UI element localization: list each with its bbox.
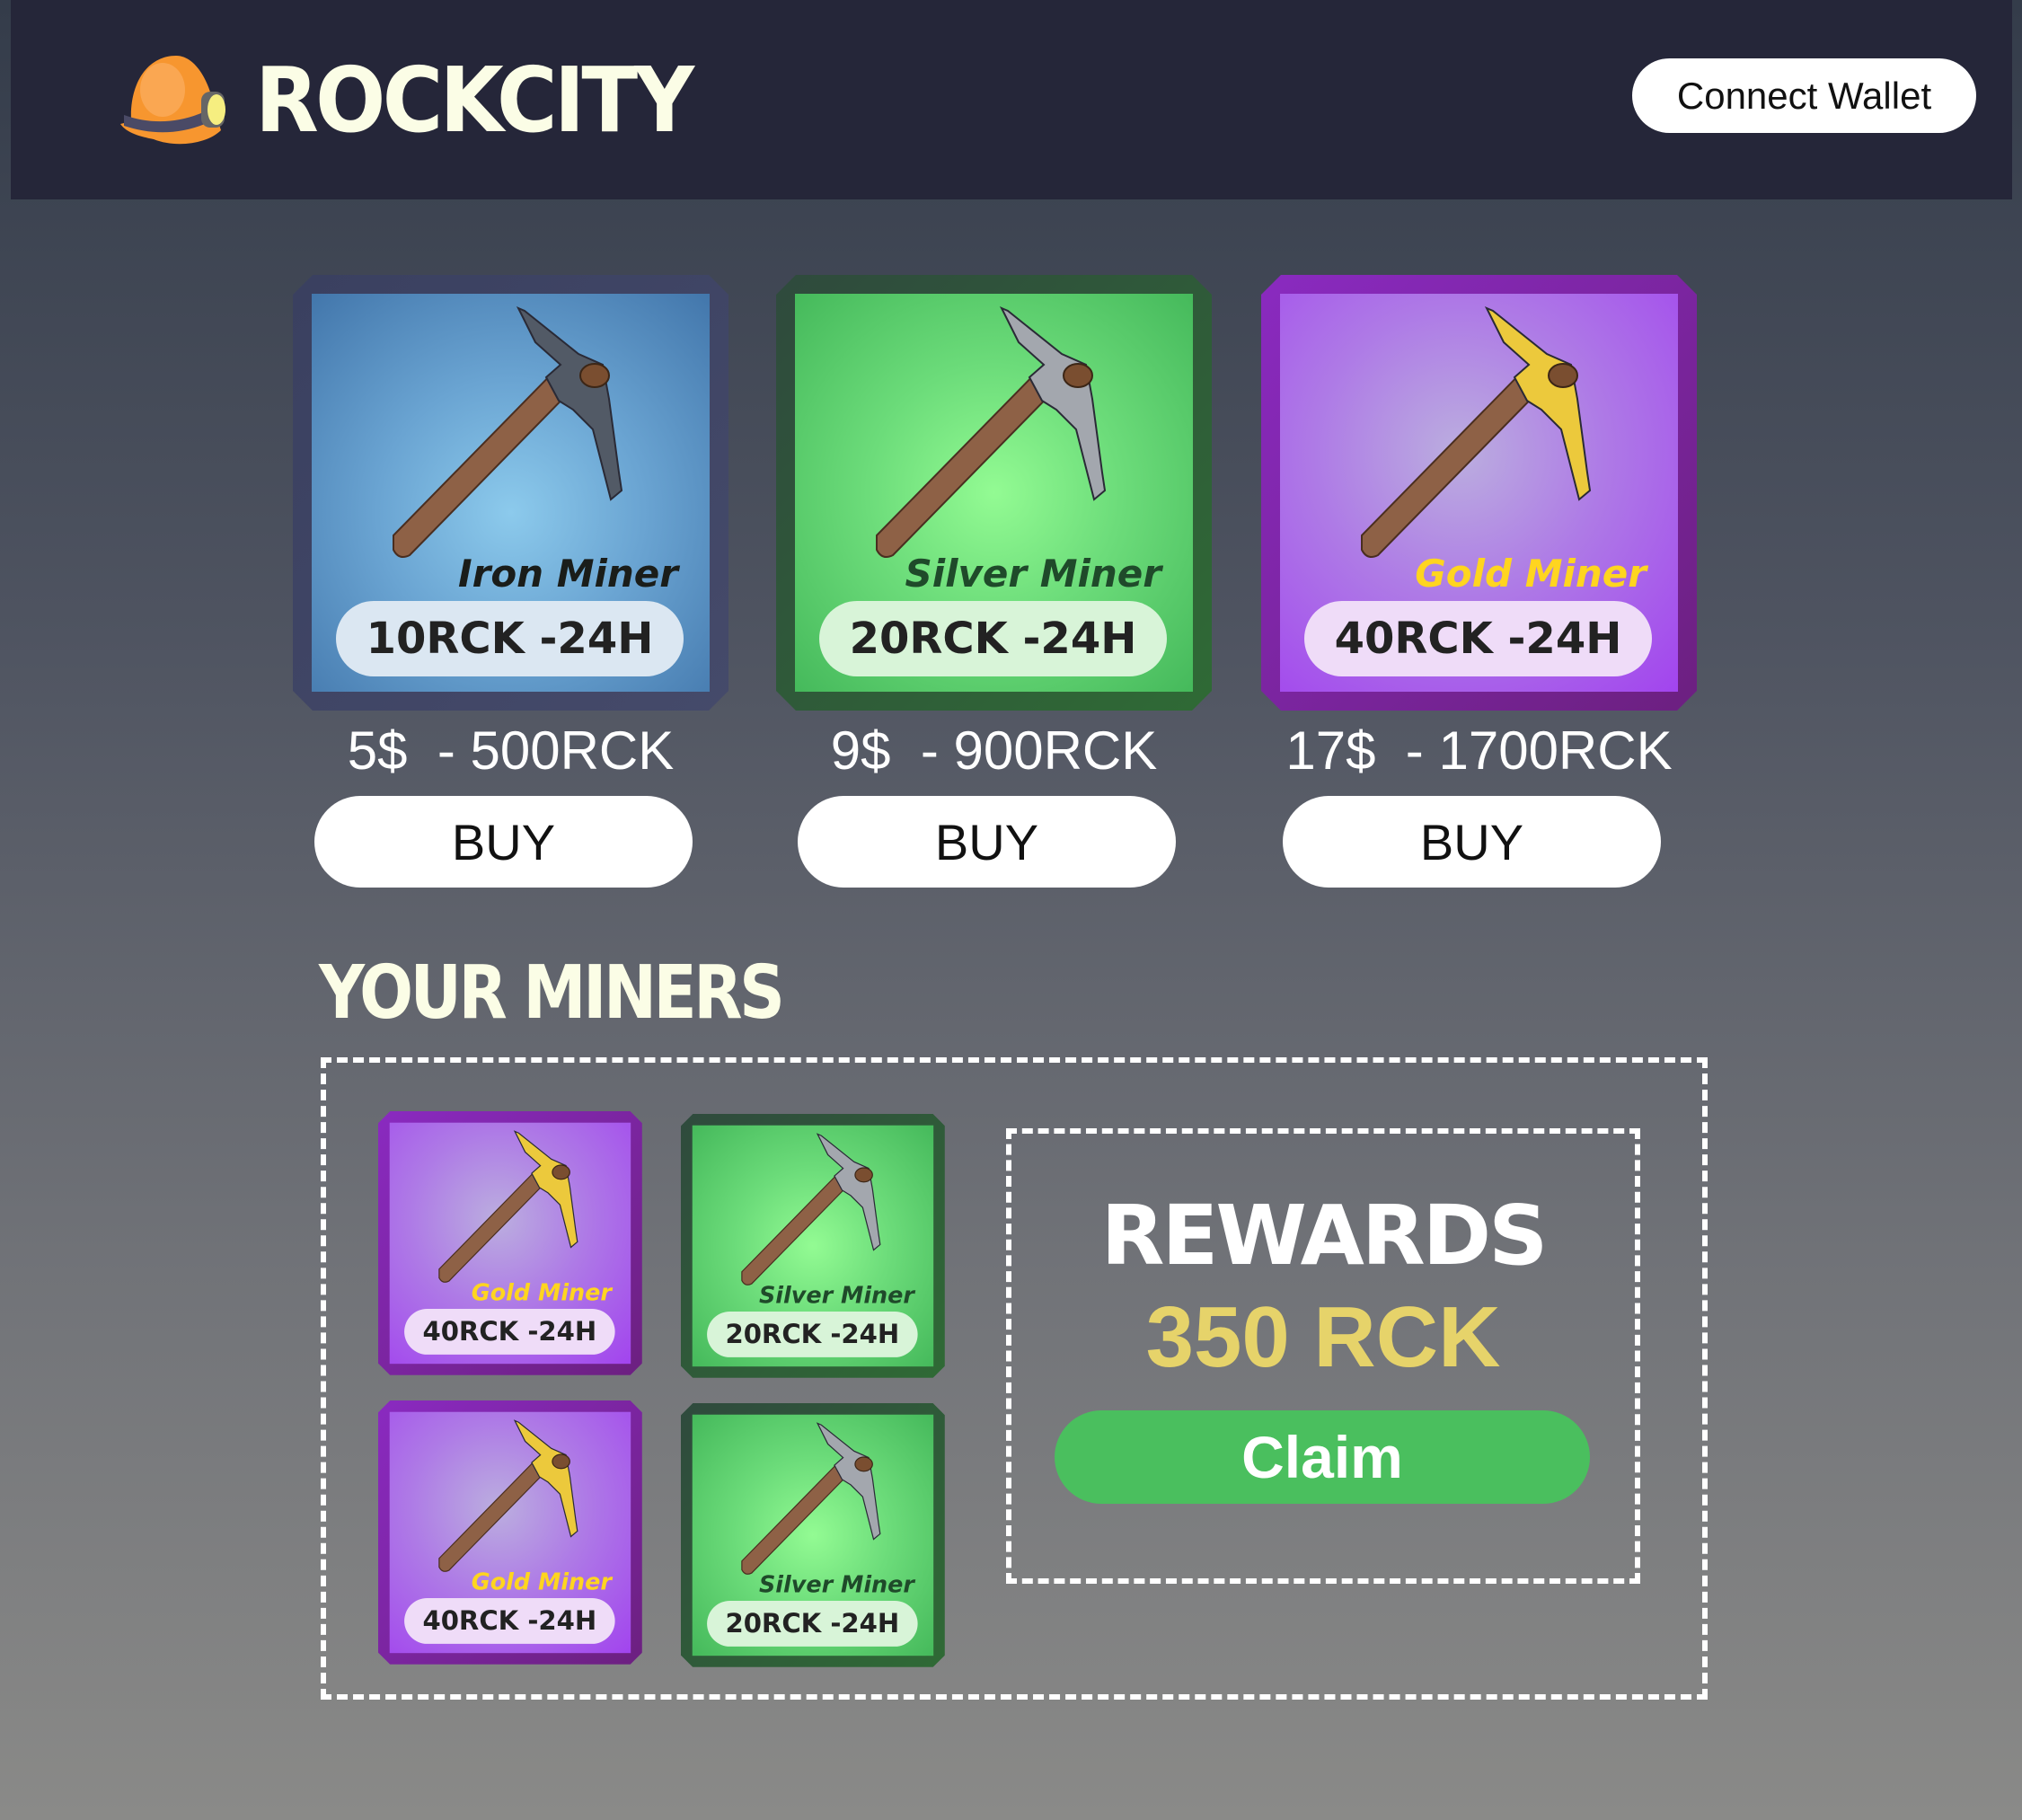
- miner-helmet-logo-icon: [120, 56, 225, 145]
- miner-name: Silver Miner: [905, 552, 1161, 596]
- mining-rate-badge: 40RCK -24H: [404, 1308, 615, 1355]
- gold-miner-card: Gold Miner 40RCK -24H: [378, 1111, 642, 1375]
- miner-name: Gold Miner: [471, 1568, 612, 1595]
- silver-miner-card: Silver Miner 20RCK -24H: [681, 1114, 945, 1378]
- miner-name: Gold Miner: [1415, 552, 1647, 596]
- price-label: 17$ - 1700RCK: [1285, 720, 1673, 781]
- shop-item-gold: Gold Miner 40RCK -24H 17$ - 1700RCK BUY: [1261, 275, 1697, 888]
- miner-name: Silver Miner: [758, 1570, 914, 1598]
- gold-miner-card: Gold Miner 40RCK -24H: [1261, 275, 1697, 711]
- owned-miner: Gold Miner 40RCK -24H: [378, 1111, 642, 1375]
- claim-button[interactable]: Claim: [1055, 1410, 1590, 1504]
- shop-item-silver: Silver Miner 20RCK -24H 9$ - 900RCK BUY: [776, 275, 1212, 888]
- owned-miner: Silver Miner 20RCK -24H: [681, 1403, 945, 1667]
- mining-rate-badge: 10RCK -24H: [336, 601, 684, 676]
- mining-rate-badge: 20RCK -24H: [819, 601, 1167, 676]
- top-bar: ROCKCITY Connect Wallet: [11, 0, 2012, 199]
- mining-rate-badge: 40RCK -24H: [1304, 601, 1652, 676]
- owned-miner: Gold Miner 40RCK -24H: [378, 1400, 642, 1665]
- mining-rate-badge: 20RCK -24H: [707, 1311, 918, 1357]
- shop-item-iron: Iron Miner 10RCK -24H 5$ - 500RCK BUY: [293, 275, 728, 888]
- gold-miner-card: Gold Miner 40RCK -24H: [378, 1400, 642, 1665]
- rewards-panel: REWARDS 350 RCK Claim: [1006, 1128, 1640, 1584]
- mining-rate-badge: 20RCK -24H: [707, 1600, 918, 1647]
- buy-silver-button[interactable]: BUY: [798, 796, 1176, 888]
- rewards-amount: 350 RCK: [1145, 1289, 1501, 1385]
- your-miners-title: YOUR MINERS: [319, 950, 785, 1036]
- silver-miner-card: Silver Miner 20RCK -24H: [681, 1403, 945, 1667]
- buy-iron-button[interactable]: BUY: [314, 796, 693, 888]
- silver-miner-card: Silver Miner 20RCK -24H: [776, 275, 1212, 711]
- price-label: 5$ - 500RCK: [347, 720, 675, 781]
- connect-wallet-button[interactable]: Connect Wallet: [1632, 58, 1976, 133]
- buy-gold-button[interactable]: BUY: [1283, 796, 1661, 888]
- brand-name: ROCKCITY: [255, 48, 694, 153]
- rewards-title: REWARDS: [1100, 1188, 1549, 1284]
- mining-rate-badge: 40RCK -24H: [404, 1597, 615, 1644]
- miner-name: Silver Miner: [758, 1281, 914, 1309]
- owned-miner: Silver Miner 20RCK -24H: [681, 1114, 945, 1378]
- iron-miner-card: Iron Miner 10RCK -24H: [293, 275, 728, 711]
- miner-name: Gold Miner: [471, 1278, 612, 1306]
- miner-name: Iron Miner: [457, 552, 678, 596]
- price-label: 9$ - 900RCK: [830, 720, 1158, 781]
